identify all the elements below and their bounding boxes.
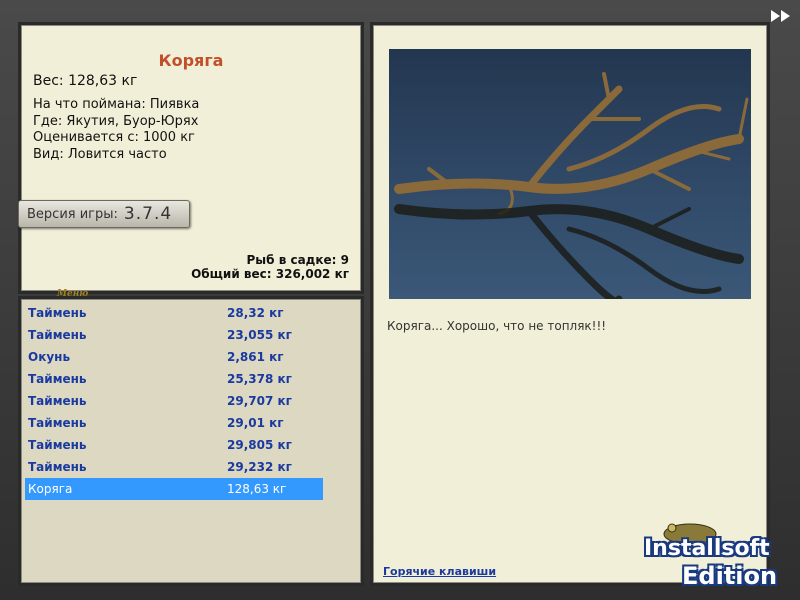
fish-type: Вид: Ловится часто	[33, 146, 167, 162]
version-badge: Версия игры: 3.7.4	[18, 200, 190, 228]
catch-row-name: Таймень	[28, 372, 87, 386]
fish-weight: Вес: 128,63 кг	[33, 73, 138, 89]
fast-forward-button[interactable]	[770, 8, 792, 22]
catch-row-weight: 28,32 кг	[227, 306, 284, 320]
catch-row[interactable]: Таймень 29,707 кг	[25, 390, 323, 412]
catch-row-name: Таймень	[28, 328, 87, 342]
installsoft-watermark: Installsoft Edition	[640, 516, 796, 596]
version-number: 3.7.4	[123, 204, 173, 224]
fish-title: Коряга	[158, 51, 224, 70]
catch-row-weight: 29,805 кг	[227, 438, 292, 452]
catch-row-name: Таймень	[28, 416, 87, 430]
watermark-line1: Installsoft	[644, 536, 770, 561]
catch-row-weight: 29,707 кг	[227, 394, 292, 408]
location: Где: Якутия, Буор-Юрях	[33, 113, 199, 129]
catch-row-weight: 23,055 кг	[227, 328, 292, 342]
catch-row[interactable]: Таймень 25,378 кг	[25, 368, 323, 390]
driftwood-image	[389, 49, 751, 299]
caught-with: На что поймана: Пиявка	[33, 97, 200, 112]
catch-row-weight: 25,378 кг	[227, 372, 292, 386]
hotkeys-link[interactable]: Горячие клавиши	[383, 565, 496, 578]
catch-row[interactable]: Таймень 29,01 кг	[25, 412, 323, 434]
fish-description: Коряга... Хорошо, что не топляк!!!	[387, 319, 607, 333]
catch-row[interactable]: Коряга 128,63 кг	[25, 478, 323, 500]
catch-list-panel: Таймень 28,32 кг Таймень 23,055 кг Окунь 2,86…	[18, 296, 364, 586]
catch-row-name: Коряга	[28, 482, 73, 496]
catch-row[interactable]: Таймень 23,055 кг	[25, 324, 323, 346]
fish-count: Рыб в садке: 9	[246, 253, 350, 267]
catch-row[interactable]: Таймень 28,32 кг	[25, 302, 323, 324]
catch-row-name: Таймень	[28, 306, 87, 320]
catch-row-name: Таймень	[28, 394, 87, 408]
catch-row-name: Таймень	[28, 438, 87, 452]
app-frame: Коряга Вес: 128,63 кг На что поймана: Пи…	[0, 0, 800, 600]
catch-row-weight: 128,63 кг	[227, 482, 287, 496]
fish-detail-panel: Коряга... Хорошо, что не топляк!!! Горяч…	[370, 22, 770, 586]
watermark-line2: Edition	[682, 562, 778, 590]
catch-row[interactable]: Таймень 29,232 кг	[25, 456, 323, 478]
catch-row[interactable]: Таймень 29,805 кг	[25, 434, 323, 456]
valued-from: Оценивается с: 1000 кг	[33, 130, 195, 145]
fast-forward-icon	[771, 10, 790, 22]
fish-photo	[389, 49, 751, 299]
catch-stats: Рыб в садке: 9 Общий вес: 326,002 кг	[191, 253, 349, 281]
catch-row-name: Окунь	[28, 350, 71, 364]
catch-row-name: Таймень	[28, 460, 87, 474]
catch-row-weight: 29,01 кг	[227, 416, 284, 430]
catch-row-weight: 29,232 кг	[227, 460, 292, 474]
fish-info-panel: Коряга Вес: 128,63 кг На что поймана: Пи…	[18, 22, 364, 299]
fish-details: На что поймана: Пиявка Где: Якутия, Буор…	[33, 97, 199, 163]
catch-row-weight: 2,861 кг	[227, 350, 284, 364]
version-label: Версия игры:	[27, 206, 118, 222]
total-weight: Общий вес: 326,002 кг	[191, 267, 349, 281]
catch-row[interactable]: Окунь 2,861 кг	[25, 346, 323, 368]
